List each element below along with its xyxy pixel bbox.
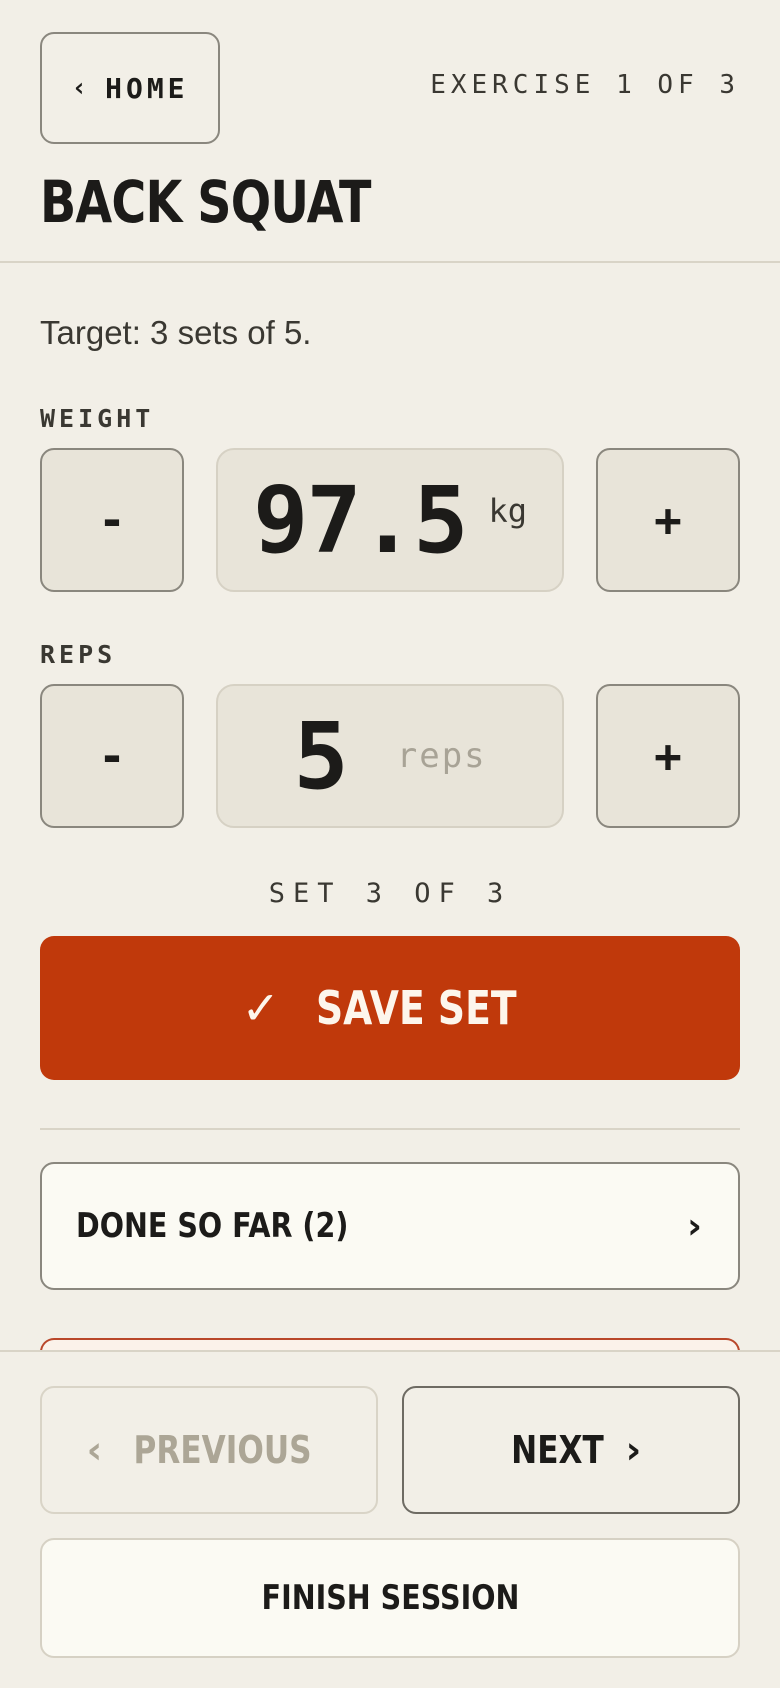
weight-value: 97.5	[252, 466, 469, 574]
weight-label: WEIGHT	[40, 404, 155, 433]
reps-decrement-button[interactable]: -	[40, 684, 184, 828]
previous-button[interactable]: ‹ PREVIOUS	[40, 1386, 378, 1514]
header: ‹ HOME EXERCISE 1 OF 3 BACK SQUAT	[0, 0, 780, 263]
next-button[interactable]: NEXT ›	[402, 1386, 740, 1514]
next-label: NEXT	[510, 1428, 604, 1472]
footer-nav: ‹ PREVIOUS NEXT › FINISH SESSION	[0, 1350, 780, 1688]
target-text: Target: 3 sets of 5.	[40, 314, 312, 351]
save-set-label: SAVE SET	[315, 981, 517, 1035]
home-button[interactable]: ‹ HOME	[40, 32, 220, 144]
check-icon: ✓	[241, 981, 280, 1035]
chevron-left-icon: ‹	[71, 73, 92, 103]
home-label: HOME	[105, 71, 189, 105]
chevron-right-icon: ›	[625, 1428, 642, 1472]
chevron-right-icon: ›	[687, 1205, 702, 1247]
done-so-far-label: DONE SO FAR (2)	[76, 1206, 349, 1246]
finish-session-label: FINISH SESSION	[261, 1578, 519, 1618]
save-set-button[interactable]: ✓ SAVE SET	[40, 936, 740, 1080]
reps-increment-button[interactable]: +	[596, 684, 740, 828]
divider	[40, 1128, 740, 1130]
weight-unit: kg	[488, 492, 528, 530]
page-title: BACK SQUAT	[40, 168, 371, 236]
done-so-far-card[interactable]: DONE SO FAR (2) ›	[40, 1162, 740, 1290]
finish-session-button[interactable]: FINISH SESSION	[40, 1538, 740, 1658]
reps-value-display[interactable]: 5 reps	[216, 684, 564, 828]
reps-value: 5	[293, 702, 348, 810]
weight-value-display[interactable]: 97.5 kg	[216, 448, 564, 592]
set-counter: SET 3 OF 3	[268, 878, 512, 909]
chevron-left-icon: ‹	[86, 1428, 103, 1472]
weight-increment-button[interactable]: +	[596, 448, 740, 592]
previous-label: PREVIOUS	[133, 1428, 312, 1472]
reps-unit: reps	[396, 736, 487, 776]
weight-decrement-button[interactable]: -	[40, 448, 184, 592]
exercise-progress: EXERCISE 1 OF 3	[430, 70, 740, 100]
reps-label: REPS	[40, 640, 117, 669]
